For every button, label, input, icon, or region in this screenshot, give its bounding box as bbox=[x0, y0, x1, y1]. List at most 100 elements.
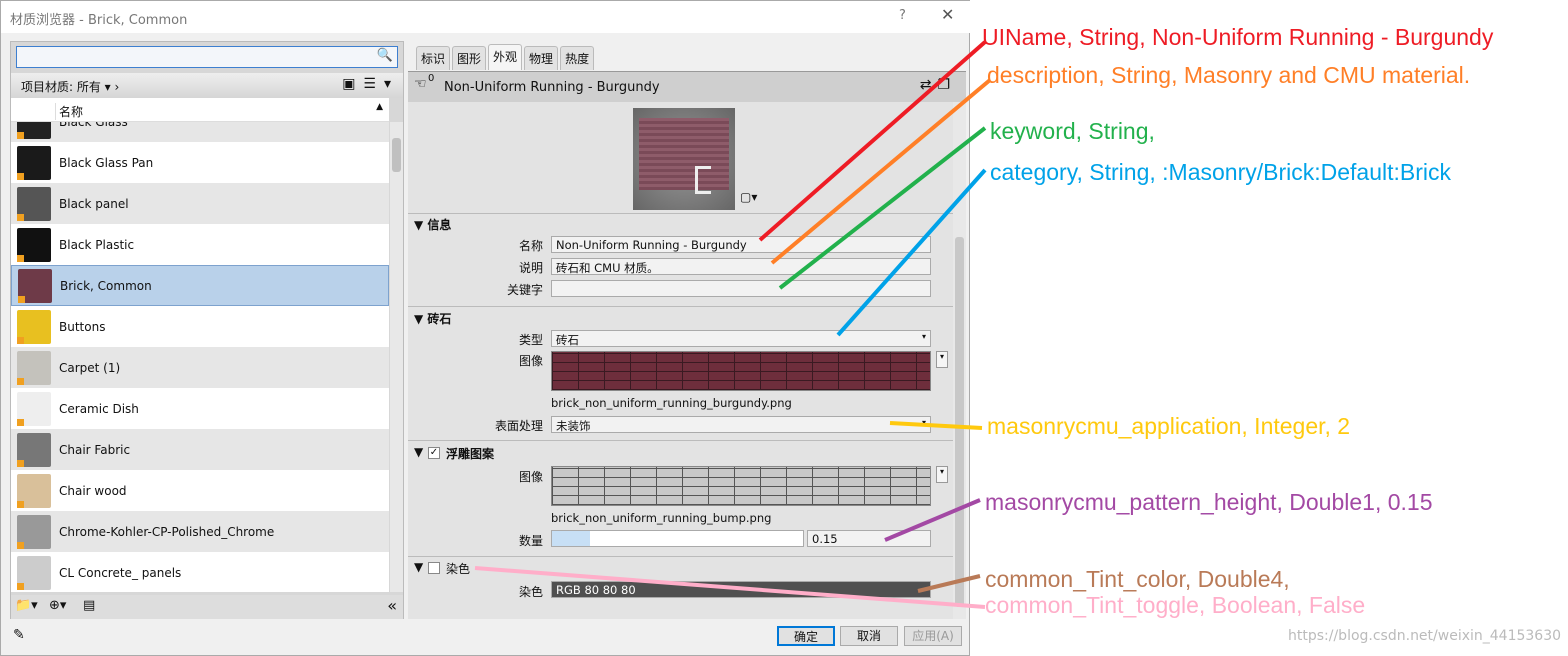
material-list-item[interactable]: CL Concrete_ panels bbox=[11, 552, 389, 592]
material-list-item[interactable]: Brick, Common bbox=[11, 265, 389, 306]
type-value: 砖石 bbox=[556, 333, 579, 347]
type-select[interactable]: 砖石 ▾ bbox=[551, 330, 931, 347]
masonry-image-filename: brick_non_uniform_running_burgundy.png bbox=[551, 396, 792, 410]
list-scrollbar[interactable] bbox=[390, 122, 403, 592]
material-list: Black Glass Black Glass Pan Black panel Bla… bbox=[11, 122, 389, 592]
amount-field[interactable]: 0.15 bbox=[807, 530, 931, 547]
material-name: Black Glass bbox=[59, 122, 128, 129]
material-list-item[interactable]: Chair Fabric bbox=[11, 429, 389, 470]
list-view-icon[interactable]: ☰▾ bbox=[363, 76, 399, 92]
list-footer-toolbar: 📁▾ ⊕▾ ▤ « bbox=[11, 595, 403, 619]
help-button[interactable]: ? bbox=[899, 8, 906, 23]
asset-name: Non-Uniform Running - Burgundy bbox=[444, 80, 660, 95]
section-tint[interactable]: ▼ bbox=[414, 560, 423, 574]
asset-properties: ▢▾ ▼ 信息 名称 Non-Uniform Running - Burgund… bbox=[408, 102, 953, 619]
type-label: 类型 bbox=[518, 333, 543, 347]
material-list-item[interactable]: Ceramic Dish bbox=[11, 388, 389, 429]
relief-image-label: 图像 bbox=[518, 470, 543, 484]
relief-image-dropdown[interactable]: ▾ bbox=[936, 466, 948, 483]
search-icon[interactable]: 🔍 bbox=[377, 48, 393, 63]
scroll-thumb[interactable] bbox=[392, 138, 401, 172]
collapse-icon[interactable]: « bbox=[387, 596, 397, 615]
masonry-image[interactable] bbox=[551, 351, 931, 391]
material-list-item[interactable]: Carpet (1) bbox=[11, 347, 389, 388]
apply-button[interactable]: 应用(A) bbox=[904, 626, 962, 646]
material-list-panel: 🔍 项目材质: 所有 ▾ › ▣☰▾ 名称▲ Black GlassBlack … bbox=[10, 41, 404, 619]
scroll-thumb[interactable] bbox=[955, 237, 964, 607]
amount-slider[interactable] bbox=[551, 530, 804, 547]
material-list-item[interactable]: Buttons bbox=[11, 306, 389, 347]
sort-asc-icon: ▲ bbox=[376, 102, 383, 112]
material-name: Buttons bbox=[59, 319, 106, 334]
material-thumbnail bbox=[17, 227, 51, 262]
annotation-label: masonrycmu_pattern_height, Double1, 0.15 bbox=[985, 489, 1433, 515]
tab-2[interactable]: 外观 bbox=[488, 44, 523, 70]
list-header[interactable]: 名称 ▲ bbox=[11, 98, 389, 122]
relief-title: 浮雕图案 bbox=[446, 447, 495, 461]
material-list-item[interactable]: Chair wood bbox=[11, 470, 389, 511]
material-name: Carpet (1) bbox=[59, 360, 121, 375]
library-icon[interactable]: 📁▾ bbox=[15, 598, 38, 613]
edit-icon[interactable]: ✎ bbox=[13, 627, 25, 643]
material-editor-panel: 标识 图形 外观 物理 热度 ☜ 0 Non-Uniform Running - Bur… bbox=[408, 41, 968, 619]
layout-icon[interactable]: ▣ bbox=[342, 76, 363, 92]
tab-1[interactable]: 图形 bbox=[452, 46, 487, 70]
amount-label: 数量 bbox=[518, 534, 543, 548]
replace-asset-icon[interactable]: ⇄ bbox=[920, 77, 938, 93]
usage-count: 0 bbox=[428, 73, 435, 84]
cancel-button[interactable]: 取消 bbox=[840, 626, 898, 646]
hand-icon: ☜ bbox=[414, 76, 427, 92]
create-material-icon[interactable]: ⊕▾ bbox=[49, 598, 66, 613]
material-name: Chrome-Kohler-CP-Polished_Chrome bbox=[59, 524, 275, 539]
material-list-item[interactable]: Black Plastic bbox=[11, 224, 389, 265]
finish-label: 表面处理 bbox=[494, 419, 543, 433]
tint-color-label: 染色 bbox=[518, 585, 543, 599]
keyword-field[interactable] bbox=[551, 280, 931, 297]
preview-options-icon[interactable]: ▢▾ bbox=[740, 190, 757, 204]
tab-4[interactable]: 热度 bbox=[560, 46, 595, 70]
material-thumbnail bbox=[17, 186, 51, 221]
name-label: 名称 bbox=[518, 239, 543, 253]
material-name: Brick, Common bbox=[60, 278, 152, 293]
duplicate-asset-icon[interactable]: ❐ bbox=[937, 77, 956, 93]
panel-icon[interactable]: ▤ bbox=[83, 598, 95, 613]
annotation-label: keyword, String, bbox=[990, 118, 1155, 144]
properties-scrollbar[interactable] bbox=[953, 102, 966, 619]
close-button[interactable]: ✕ bbox=[941, 5, 954, 24]
tab-3[interactable]: 物理 bbox=[524, 46, 559, 70]
material-list-item[interactable]: Black panel bbox=[11, 183, 389, 224]
image-label: 图像 bbox=[518, 354, 543, 368]
filter-dropdown[interactable]: 项目材质: 所有 ▾ › bbox=[21, 78, 119, 95]
material-list-item[interactable]: Black Glass bbox=[11, 122, 389, 142]
material-list-item[interactable]: Black Glass Pan bbox=[11, 142, 389, 183]
section-masonry[interactable]: ▼ 砖石 bbox=[414, 310, 451, 327]
tint-checkbox[interactable] bbox=[428, 562, 440, 574]
image-dropdown[interactable]: ▾ bbox=[936, 351, 948, 368]
material-list-item[interactable]: Chrome-Kohler-CP-Polished_Chrome bbox=[11, 511, 389, 552]
material-name: Ceramic Dish bbox=[59, 401, 139, 416]
annotation-label: common_Tint_toggle, Boolean, False bbox=[985, 592, 1366, 618]
section-relief[interactable]: ▼ bbox=[414, 445, 423, 459]
section-info[interactable]: ▼ 信息 bbox=[414, 216, 451, 233]
finish-value: 未装饰 bbox=[556, 419, 591, 433]
material-name: Chair Fabric bbox=[59, 442, 131, 457]
ok-button[interactable]: 确定 bbox=[777, 626, 835, 646]
tint-color-field[interactable]: RGB 80 80 80 bbox=[551, 581, 931, 598]
material-name: Black Glass Pan bbox=[59, 155, 154, 170]
finish-select[interactable]: 未装饰 ▾ bbox=[551, 416, 931, 433]
tint-title: 染色 bbox=[446, 562, 471, 576]
relief-image[interactable] bbox=[551, 466, 931, 506]
name-field[interactable]: Non-Uniform Running - Burgundy bbox=[551, 236, 931, 253]
relief-image-filename: brick_non_uniform_running_bump.png bbox=[551, 511, 772, 525]
filter-bar: 项目材质: 所有 ▾ › ▣☰▾ bbox=[11, 73, 403, 98]
material-name: Black panel bbox=[59, 196, 129, 211]
material-thumbnail bbox=[17, 473, 51, 508]
relief-checkbox[interactable]: ✓ bbox=[428, 447, 440, 459]
annotation-label: masonrycmu_application, Integer, 2 bbox=[987, 413, 1351, 439]
search-input[interactable]: 🔍 bbox=[16, 46, 398, 68]
description-field[interactable]: 砖石和 CMU 材质。 bbox=[551, 258, 931, 275]
keyword-label: 关键字 bbox=[506, 283, 543, 297]
tab-0[interactable]: 标识 bbox=[416, 46, 451, 70]
column-header-name[interactable]: 名称 bbox=[55, 103, 83, 120]
title-bar: 材质浏览器 - Brick, Common ? ✕ bbox=[1, 1, 971, 33]
